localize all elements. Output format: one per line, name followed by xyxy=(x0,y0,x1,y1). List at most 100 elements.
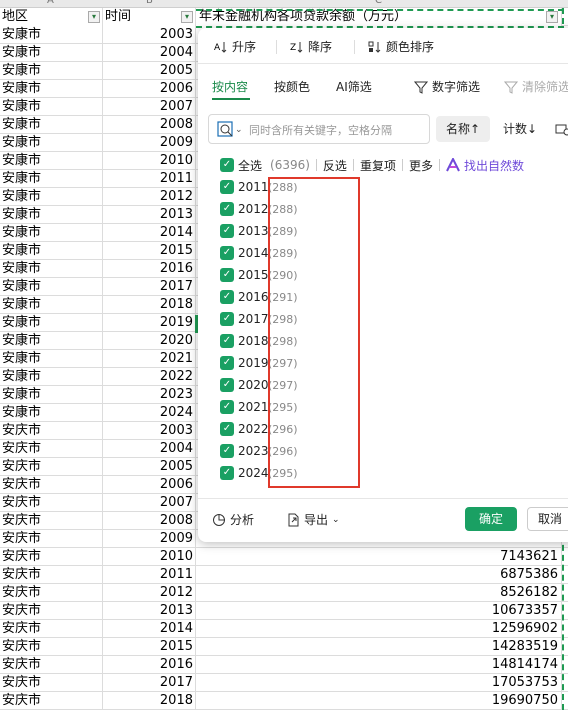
cell-year[interactable]: 2004 xyxy=(103,440,196,458)
cell-region[interactable]: 安庆市 xyxy=(0,566,103,584)
cell-region[interactable]: 安康市 xyxy=(0,278,103,296)
item-checkbox[interactable]: ✓ xyxy=(220,246,234,260)
cell-region[interactable]: 安庆市 xyxy=(0,440,103,458)
cell-loans[interactable]: 10673357 xyxy=(196,602,562,620)
cell-year[interactable]: 2020 xyxy=(103,332,196,350)
cell-region[interactable]: 安康市 xyxy=(0,332,103,350)
cell-year[interactable]: 2015 xyxy=(103,638,196,656)
item-checkbox[interactable]: ✓ xyxy=(220,400,234,414)
cell-region[interactable]: 安庆市 xyxy=(0,620,103,638)
filter-dropdown-icon[interactable]: ▾ xyxy=(546,11,558,23)
search-input[interactable]: ⌄ 同时含所有关键字，空格分隔 xyxy=(208,114,430,144)
item-checkbox[interactable]: ✓ xyxy=(220,268,234,282)
item-checkbox[interactable]: ✓ xyxy=(220,202,234,216)
cell-region[interactable]: 安庆市 xyxy=(0,656,103,674)
cell-loans[interactable]: 6875386 xyxy=(196,566,562,584)
tab-ai-filter[interactable]: AI筛选 xyxy=(336,78,372,95)
item-checkbox[interactable]: ✓ xyxy=(220,334,234,348)
cancel-button[interactable]: 取消 xyxy=(527,507,568,531)
cell-year[interactable]: 2009 xyxy=(103,530,196,548)
cell-year[interactable]: 2024 xyxy=(103,404,196,422)
cell-loans[interactable]: 17053753 xyxy=(196,674,562,692)
cell-year[interactable]: 2007 xyxy=(103,98,196,116)
cell-year[interactable]: 2010 xyxy=(103,548,196,566)
item-checkbox[interactable]: ✓ xyxy=(220,180,234,194)
ok-button[interactable]: 确定 xyxy=(465,507,517,531)
item-checkbox[interactable]: ✓ xyxy=(220,224,234,238)
item-checkbox[interactable]: ✓ xyxy=(220,356,234,370)
cell-year[interactable]: 2017 xyxy=(103,674,196,692)
cell-year[interactable]: 2013 xyxy=(103,602,196,620)
cell-year[interactable]: 2011 xyxy=(103,566,196,584)
cell-year[interactable]: 2005 xyxy=(103,458,196,476)
export-button[interactable]: 导出 ⌄ xyxy=(286,511,340,528)
cell-year[interactable]: 2006 xyxy=(103,80,196,98)
cell-region[interactable]: 安庆市 xyxy=(0,494,103,512)
cell-year[interactable]: 2022 xyxy=(103,368,196,386)
column-header-b[interactable]: B xyxy=(146,0,153,6)
cell-region[interactable]: 安康市 xyxy=(0,26,103,44)
tab-by-content[interactable]: 按内容 xyxy=(212,78,248,95)
cell-year[interactable]: 2007 xyxy=(103,494,196,512)
cell-region[interactable]: 安康市 xyxy=(0,80,103,98)
cell-year[interactable]: 2023 xyxy=(103,386,196,404)
sort-by-name-button[interactable]: 名称↑ xyxy=(436,116,490,142)
cell-region[interactable]: 安庆市 xyxy=(0,476,103,494)
cell-region[interactable]: 安庆市 xyxy=(0,422,103,440)
cell-region[interactable]: 安康市 xyxy=(0,242,103,260)
cell-loans[interactable]: 14814174 xyxy=(196,656,562,674)
cell-year[interactable]: 2006 xyxy=(103,476,196,494)
cell-year[interactable]: 2008 xyxy=(103,512,196,530)
cell-year[interactable]: 2003 xyxy=(103,422,196,440)
cell-region[interactable]: 安康市 xyxy=(0,116,103,134)
item-checkbox[interactable]: ✓ xyxy=(220,312,234,326)
sort-ascending-button[interactable]: A 升序 xyxy=(214,38,256,55)
cell-region[interactable]: 安康市 xyxy=(0,296,103,314)
cell-region[interactable]: 安庆市 xyxy=(0,512,103,530)
number-filter-button[interactable]: 数字筛选 xyxy=(414,78,480,95)
cell-region[interactable]: 安康市 xyxy=(0,404,103,422)
header-cell-time[interactable]: 时间 ▾ xyxy=(103,8,196,26)
cell-year[interactable]: 2016 xyxy=(103,260,196,278)
find-natural-numbers-button[interactable]: 找出自然数 xyxy=(446,157,524,174)
settings-gear-icon[interactable] xyxy=(554,120,568,138)
item-checkbox[interactable]: ✓ xyxy=(220,444,234,458)
cell-year[interactable]: 2011 xyxy=(103,170,196,188)
cell-region[interactable]: 安康市 xyxy=(0,368,103,386)
more-button[interactable]: 更多 xyxy=(409,157,433,174)
select-all-label[interactable]: 全选 xyxy=(238,157,262,174)
cell-region[interactable]: 安庆市 xyxy=(0,638,103,656)
column-header-c[interactable]: C xyxy=(375,0,382,6)
cell-year[interactable]: 2012 xyxy=(103,188,196,206)
cell-region[interactable]: 安庆市 xyxy=(0,584,103,602)
cell-region[interactable]: 安庆市 xyxy=(0,530,103,548)
cell-region[interactable]: 安庆市 xyxy=(0,548,103,566)
duplicates-button[interactable]: 重复项 xyxy=(360,157,396,174)
filter-dropdown-icon[interactable]: ▾ xyxy=(88,11,100,23)
cell-year[interactable]: 2019 xyxy=(103,314,196,332)
cell-loans[interactable]: 19690750 xyxy=(196,692,562,710)
cell-region[interactable]: 安康市 xyxy=(0,188,103,206)
filter-dropdown-icon[interactable]: ▾ xyxy=(181,11,193,23)
cell-year[interactable]: 2012 xyxy=(103,584,196,602)
column-header-a[interactable]: A xyxy=(47,0,54,6)
cell-region[interactable]: 安庆市 xyxy=(0,602,103,620)
cell-year[interactable]: 2010 xyxy=(103,152,196,170)
cell-year[interactable]: 2017 xyxy=(103,278,196,296)
cell-region[interactable]: 安康市 xyxy=(0,98,103,116)
cell-region[interactable]: 安庆市 xyxy=(0,692,103,710)
cell-year[interactable]: 2014 xyxy=(103,224,196,242)
cell-region[interactable]: 安康市 xyxy=(0,170,103,188)
cell-loans[interactable]: 7143621 xyxy=(196,548,562,566)
cell-region[interactable]: 安康市 xyxy=(0,260,103,278)
cell-region[interactable]: 安康市 xyxy=(0,206,103,224)
search-mode-dropdown[interactable]: ⌄ xyxy=(217,121,245,139)
cell-region[interactable]: 安康市 xyxy=(0,44,103,62)
header-cell-region[interactable]: 地区 ▾ xyxy=(0,8,103,26)
cell-year[interactable]: 2021 xyxy=(103,350,196,368)
cell-year[interactable]: 2009 xyxy=(103,134,196,152)
cell-region[interactable]: 安康市 xyxy=(0,386,103,404)
item-checkbox[interactable]: ✓ xyxy=(220,466,234,480)
cell-region[interactable]: 安康市 xyxy=(0,134,103,152)
cell-region[interactable]: 安康市 xyxy=(0,152,103,170)
